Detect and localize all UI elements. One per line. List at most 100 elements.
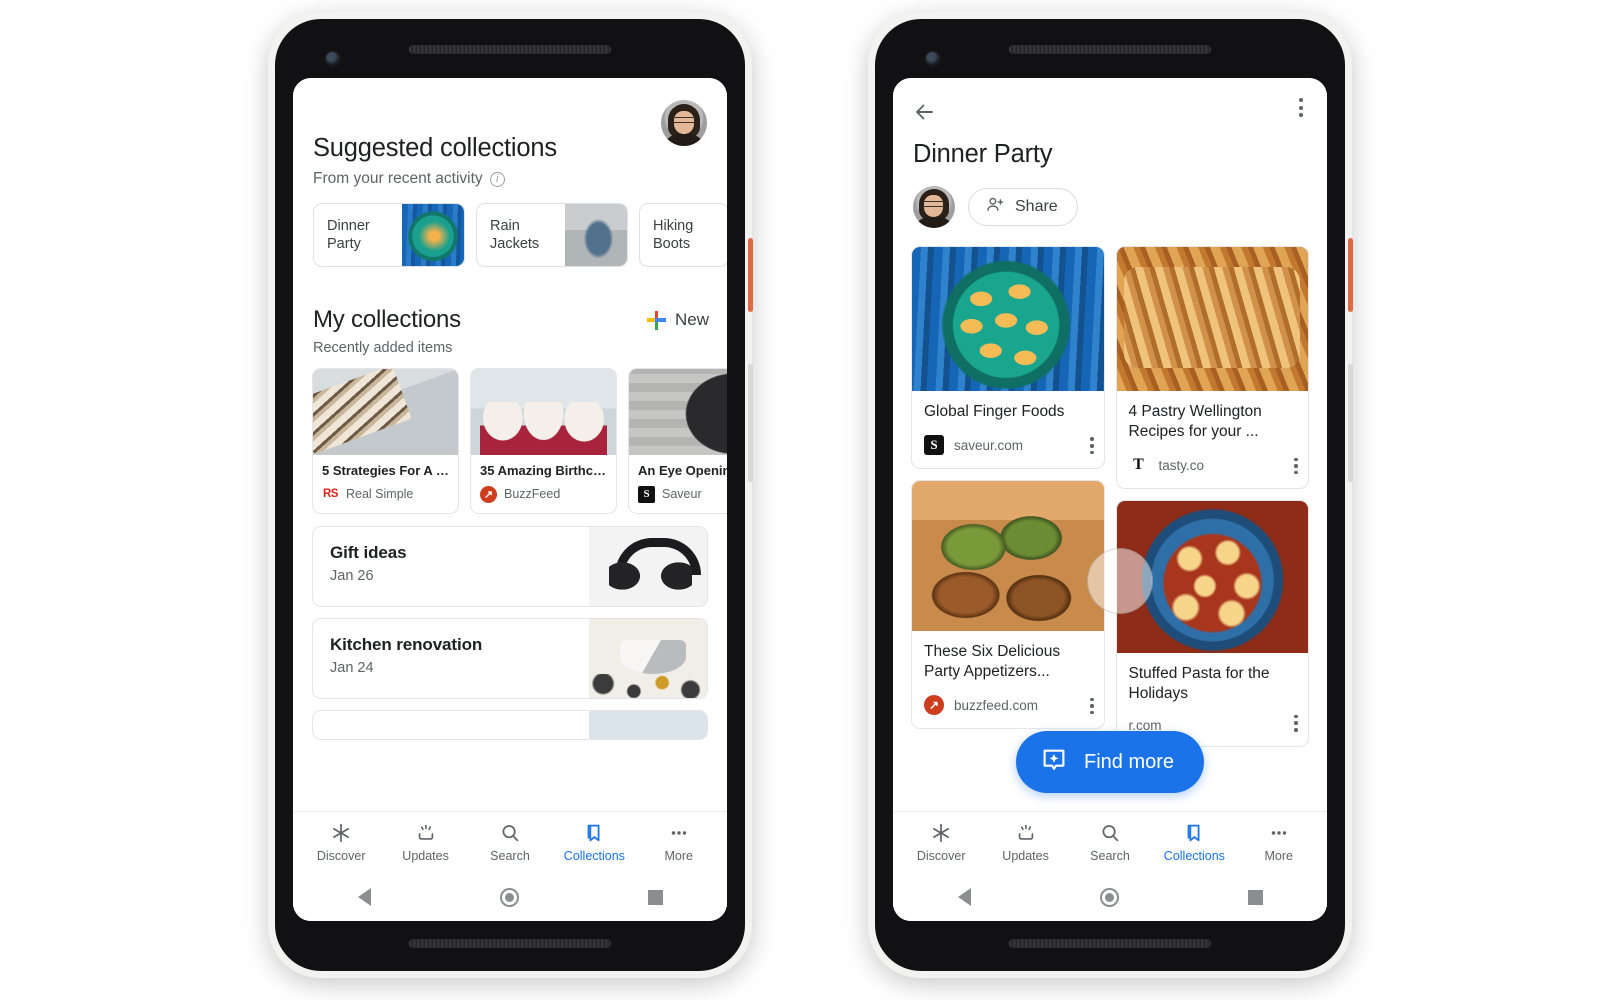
recents-square-icon[interactable] <box>647 889 663 905</box>
card-overflow-icon[interactable] <box>1089 697 1094 715</box>
chip-thumbnail-oysters <box>402 204 464 266</box>
nav-label: Collections <box>563 849 625 863</box>
share-button[interactable]: Share <box>968 188 1078 226</box>
screenshot-stage: Suggested collections From your recent a… <box>0 0 1600 1000</box>
back-arrow-icon[interactable] <box>913 100 935 122</box>
search-icon <box>1099 822 1121 844</box>
card-overflow-icon[interactable] <box>1294 457 1298 475</box>
section-title: My collections <box>313 306 461 333</box>
nav-item-discover[interactable]: Discover <box>299 822 383 863</box>
list-item-thumbnail-headphones <box>589 527 707 606</box>
system-nav-right[interactable] <box>893 873 1327 921</box>
collection-card[interactable]: 35 Amazing Birthcake.. ↗ BuzzFeed <box>470 368 617 514</box>
collection-card[interactable]: 4 Pastry Wellington Recipes for your ...… <box>1115 246 1309 490</box>
more-icon <box>1268 822 1290 844</box>
bottom-nav-right[interactable]: Discover Updates Search Collections More <box>893 811 1327 873</box>
nav-item-collections[interactable]: Collections <box>552 822 636 863</box>
card-overflow-icon[interactable] <box>1294 714 1298 732</box>
page-subtitle: From your recent activity i <box>313 170 505 188</box>
home-circle-icon[interactable] <box>1099 887 1119 907</box>
bottom-speaker-grille <box>408 939 612 948</box>
card-source: ↗ BuzzFeed <box>480 485 607 503</box>
avatar[interactable] <box>913 186 955 228</box>
collection-card[interactable]: Global Finger Foods S saveur.com <box>911 246 1105 470</box>
chip-label: Rain Jackets <box>490 217 540 252</box>
more-icon <box>668 822 690 844</box>
nav-item-updates[interactable]: Updates <box>383 822 467 863</box>
card-title: Stuffed Pasta for the Holidays <box>1128 665 1270 703</box>
volume-button[interactable] <box>1348 364 1353 482</box>
bottom-nav-left[interactable]: Discover Updates Search Collections More <box>293 811 727 873</box>
suggested-chip-hiking-boots[interactable]: Hiking Boots <box>639 203 727 267</box>
card-title: Global Finger Foods <box>924 403 1065 420</box>
earpiece-grille <box>408 45 612 54</box>
back-triangle-icon[interactable] <box>957 888 971 906</box>
list-item[interactable]: Gift ideas Jan 26 <box>312 526 708 607</box>
overflow-menu-icon[interactable] <box>1299 98 1303 117</box>
recently-added-card-row[interactable]: 5 Strategies For A Fab... RS Real Simple… <box>312 368 727 514</box>
section-subtitle: Recently added items <box>313 340 453 356</box>
card-image-pastry <box>1116 247 1308 391</box>
nav-item-more[interactable]: More <box>1237 822 1321 863</box>
nav-label: More <box>664 849 693 863</box>
card-source: RS Real Simple <box>322 485 449 503</box>
card-source-label: Real Simple <box>346 487 414 502</box>
suggested-chip-row[interactable]: Dinner Party Rain Jackets Hiking Boots <box>313 203 727 267</box>
chip-label: Hiking Boots <box>653 217 694 252</box>
asterisk-icon <box>930 822 952 844</box>
list-item[interactable]: Kitchen renovation Jan 24 <box>312 618 708 699</box>
card-thumbnail-appetizer <box>313 369 458 455</box>
collection-owner-row: Share <box>913 186 1078 228</box>
page-title: Suggested collections <box>313 134 557 162</box>
collection-card[interactable]: These Six Delicious Party Appetizers... … <box>911 480 1105 730</box>
list-item-thumbnail-partial <box>589 711 707 739</box>
chip-thumbnail-jacket <box>565 204 627 266</box>
phone-screen-left: Suggested collections From your recent a… <box>293 78 727 921</box>
chip-label: Dinner Party <box>327 217 370 252</box>
search-icon <box>499 822 521 844</box>
avatar[interactable] <box>661 100 707 146</box>
page-subtitle-label: From your recent activity <box>313 170 483 187</box>
new-collection-button[interactable]: New <box>646 310 709 330</box>
suggested-chip-rain-jackets[interactable]: Rain Jackets <box>476 203 628 267</box>
grid-column-left: Global Finger Foods S saveur.com These S… <box>911 246 1105 747</box>
favicon-saveur: S <box>924 435 944 456</box>
find-more-label: Find more <box>1083 750 1175 773</box>
grid-column-right: 4 Pastry Wellington Recipes for your ...… <box>1115 246 1309 747</box>
card-title: An Eye Openin... <box>638 463 727 478</box>
home-circle-icon[interactable] <box>499 887 519 907</box>
info-icon[interactable]: i <box>489 171 505 187</box>
collection-list: Gift ideas Jan 26 Kitchen renovation Jan… <box>312 526 708 740</box>
updates-icon <box>415 822 437 844</box>
volume-button[interactable] <box>748 364 753 482</box>
nav-label: Search <box>1090 849 1130 863</box>
nav-label: Search <box>490 849 530 863</box>
tap-ripple-indicator <box>1087 548 1153 614</box>
lens-sparkle-icon <box>1039 745 1069 780</box>
power-button[interactable] <box>748 238 753 312</box>
collection-card[interactable]: Stuffed Pasta for the Holidays r.com <box>1115 500 1309 747</box>
updates-icon <box>1015 822 1037 844</box>
list-item-partial[interactable] <box>312 710 708 740</box>
nav-item-discover[interactable]: Discover <box>899 822 983 863</box>
nav-item-more[interactable]: More <box>637 822 721 863</box>
card-source: ↗ buzzfeed.com <box>924 695 1092 716</box>
find-more-button[interactable]: Find more <box>1015 731 1205 793</box>
nav-item-search[interactable]: Search <box>468 822 552 863</box>
nav-item-search[interactable]: Search <box>1068 822 1152 863</box>
suggested-chip-dinner-party[interactable]: Dinner Party <box>313 203 465 267</box>
card-image-appetizers <box>912 481 1104 632</box>
card-source-label: BuzzFeed <box>504 487 561 502</box>
nav-item-collections[interactable]: Collections <box>1152 822 1236 863</box>
back-triangle-icon[interactable] <box>357 888 371 906</box>
collection-card[interactable]: 5 Strategies For A Fab... RS Real Simple <box>312 368 459 514</box>
nav-item-updates[interactable]: Updates <box>983 822 1067 863</box>
system-nav-left[interactable] <box>293 873 727 921</box>
collection-card[interactable]: An Eye Openin... S Saveur <box>628 368 727 514</box>
power-button[interactable] <box>1348 238 1353 312</box>
recents-square-icon[interactable] <box>1247 889 1263 905</box>
bottom-speaker-grille <box>1008 939 1212 948</box>
card-overflow-icon[interactable] <box>1089 437 1094 455</box>
nav-label: More <box>1264 849 1293 863</box>
front-camera <box>326 52 339 65</box>
